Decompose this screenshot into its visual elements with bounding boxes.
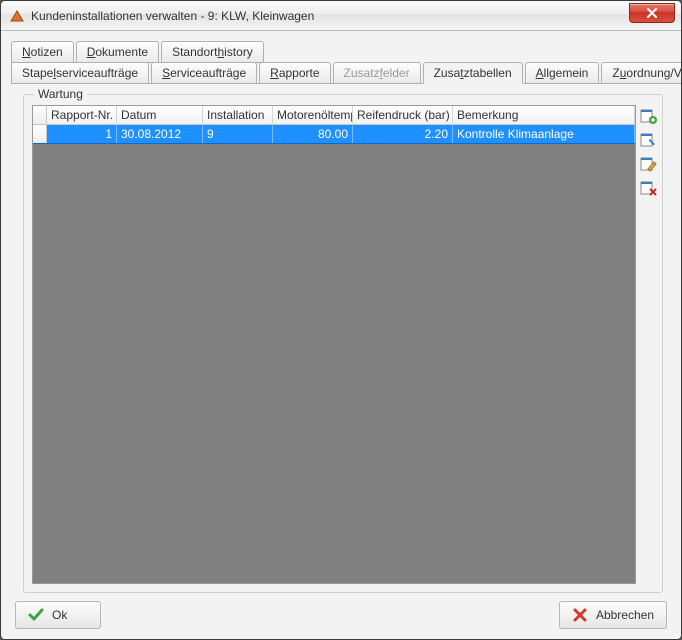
side-toolbar (640, 107, 658, 197)
tab-row-2: StapelserviceaufträgeServiceaufträgeRapp… (11, 62, 671, 84)
app-icon (9, 8, 25, 24)
cell-rapport[interactable]: 1 (47, 125, 117, 143)
ok-label: Ok (52, 608, 67, 622)
col-installation[interactable]: Installation (203, 106, 273, 124)
row-indicator (33, 125, 47, 143)
cell-bemerkung[interactable]: Kontrolle Klimaanlage (453, 125, 635, 143)
window-title: Kundeninstallationen verwalten - 9: KLW,… (31, 9, 629, 23)
tab-serviceauftr-ge[interactable]: Serviceaufträge (151, 62, 257, 84)
table-row[interactable]: 1 30.08.2012 9 80.00 2.20 Kontrolle Klim… (33, 125, 635, 144)
grid-body: 1 30.08.2012 9 80.00 2.20 Kontrolle Klim… (33, 125, 635, 583)
delete-row-icon[interactable] (640, 179, 658, 197)
cell-reifen[interactable]: 2.20 (353, 125, 453, 143)
cell-datum[interactable]: 30.08.2012 (117, 125, 203, 143)
cancel-icon (572, 607, 588, 623)
tab-standorthistory[interactable]: Standorthistory (161, 41, 264, 63)
tab-allgemein[interactable]: Allgemein (525, 62, 600, 84)
edit-row-icon[interactable] (640, 131, 658, 149)
close-icon (646, 8, 658, 18)
tab-zusatztabellen[interactable]: Zusatztabellen (423, 62, 523, 84)
add-row-icon[interactable] (640, 107, 658, 125)
row-indicator-header (33, 106, 47, 124)
titlebar[interactable]: Kundeninstallationen verwalten - 9: KLW,… (1, 1, 681, 31)
col-rapport[interactable]: Rapport-Nr. (47, 106, 117, 124)
group-wartung: Wartung Rapport-Nr. Datum Installation M… (23, 94, 663, 593)
tab-row-1: NotizenDokumenteStandorthistory (11, 41, 671, 63)
client-area: NotizenDokumenteStandorthistory Stapelse… (1, 31, 681, 639)
col-bemerkung[interactable]: Bemerkung (453, 106, 635, 124)
col-datum[interactable]: Datum (117, 106, 203, 124)
note-row-icon[interactable] (640, 155, 658, 173)
close-button[interactable] (629, 3, 675, 23)
col-reifen[interactable]: Reifendruck (bar) (353, 106, 453, 124)
tab-body: Wartung Rapport-Nr. Datum Installation M… (11, 83, 671, 601)
dialog-button-row: Ok Abbrechen (11, 601, 671, 631)
tab-dokumente[interactable]: Dokumente (76, 41, 159, 63)
cell-oil[interactable]: 80.00 (273, 125, 353, 143)
tab-rapporte[interactable]: Rapporte (259, 62, 330, 84)
tab-zuordnung-vertr-ge[interactable]: Zuordnung/Verträge (601, 62, 682, 84)
group-label: Wartung (34, 87, 87, 101)
tab-zusatzfelder: Zusatzfelder (333, 62, 421, 84)
tab-stapelserviceauftr-ge[interactable]: Stapelserviceaufträge (11, 62, 149, 84)
grid-header: Rapport-Nr. Datum Installation Motorenöl… (33, 106, 635, 125)
grid[interactable]: Rapport-Nr. Datum Installation Motorenöl… (32, 105, 636, 584)
ok-button[interactable]: Ok (15, 601, 101, 629)
dialog-window: Kundeninstallationen verwalten - 9: KLW,… (0, 0, 682, 640)
cell-installation[interactable]: 9 (203, 125, 273, 143)
cancel-button[interactable]: Abbrechen (559, 601, 667, 629)
check-icon (28, 607, 44, 623)
col-oil[interactable]: Motorenöltempe (273, 106, 353, 124)
cancel-label: Abbrechen (596, 608, 654, 622)
tab-notizen[interactable]: Notizen (11, 41, 74, 63)
